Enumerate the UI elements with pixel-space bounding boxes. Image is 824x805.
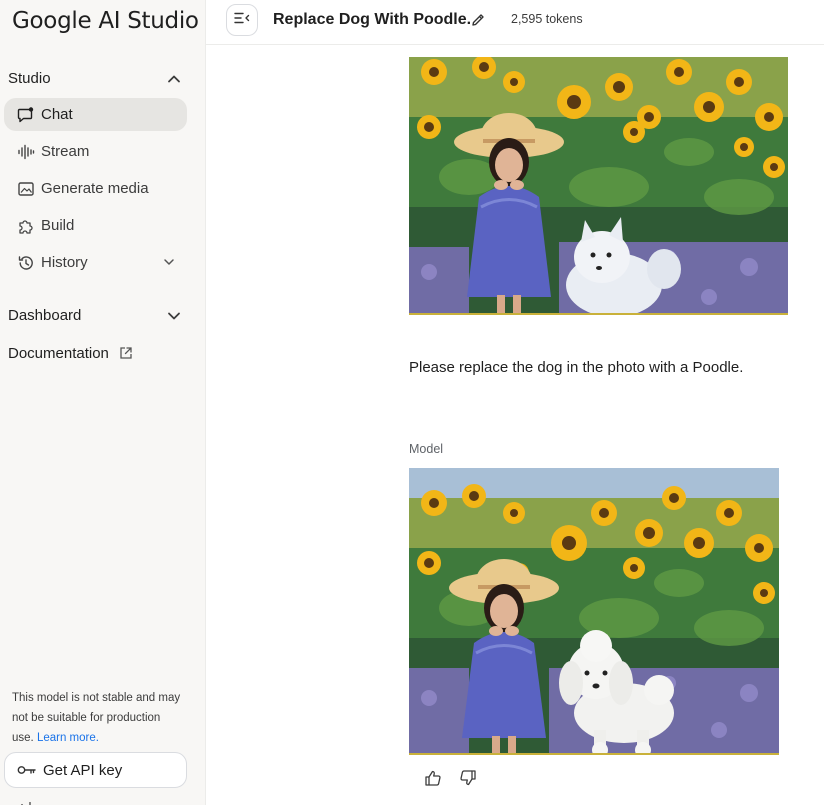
sidebar-item-history[interactable]: History [4,246,187,279]
chevron-down-icon[interactable] [161,254,177,270]
user-prompt-text: Please replace the dog in the photo with… [409,359,744,376]
chat-header: Replace Dog With Poodle. 2,595 tokens [206,0,824,45]
chevron-down-icon [166,308,182,324]
chevron-up-icon [166,71,182,87]
learn-more-link[interactable]: Learn more. [37,732,99,744]
api-key-label: Get API key [43,761,123,779]
sidebar-item-label: Generate media [41,180,149,197]
sidebar-item-build[interactable]: Build [4,209,187,242]
settings-icon[interactable] [18,797,48,805]
collapse-menu-icon [234,11,250,30]
studio-heading: Studio [8,70,51,87]
dashboard-heading: Dashboard [8,307,82,324]
waveform-icon [17,143,35,161]
image-icon [17,180,35,198]
thumbs-down-button[interactable] [458,769,478,792]
painting-girl-with-spitz [409,57,788,313]
sidebar-item-label: Chat [41,106,73,123]
dashboard-section-toggle[interactable]: Dashboard [8,307,182,324]
sidebar: Google AI Studio Studio Chat Stream Gene… [0,0,206,805]
studio-section-toggle[interactable]: Studio [8,70,182,87]
thumbs-up-icon [424,769,442,792]
painting-girl-with-poodle [409,468,779,753]
model-label: Model [409,442,444,456]
external-link-icon [119,346,135,362]
sidebar-item-generate-media[interactable]: Generate media [4,172,187,205]
token-count: 2,595 tokens [511,12,583,26]
sidebar-item-label: Build [41,217,75,234]
page-title: Replace Dog With Poodle. [273,11,472,28]
sidebar-item-label: Stream [41,143,90,160]
documentation-link[interactable]: Documentation [8,345,135,362]
sidebar-item-chat[interactable]: Chat [4,98,187,131]
thumbs-up-button[interactable] [423,770,443,790]
history-icon [17,254,35,272]
puzzle-icon [17,217,35,235]
model-generated-image[interactable] [409,468,779,755]
key-icon [17,762,37,778]
thumbs-down-icon [459,769,477,792]
chat-icon [17,106,35,124]
model-stability-notice: This model is not stable and may not be … [12,688,182,748]
app-logo[interactable]: Google AI Studio [12,8,199,34]
edit-title-icon[interactable] [470,12,486,28]
sidebar-item-stream[interactable]: Stream [4,135,187,168]
toggle-sidebar-button[interactable] [226,4,258,36]
user-uploaded-image[interactable] [409,57,788,315]
sidebar-item-label: History [41,254,88,271]
documentation-label: Documentation [8,345,109,362]
get-api-key-button[interactable]: Get API key [4,752,187,788]
